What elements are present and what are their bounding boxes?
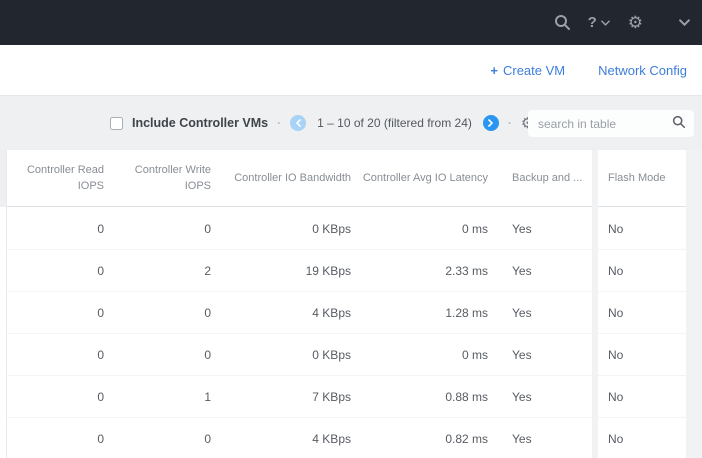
pagination-status: 1 – 10 of 20 (filtered from 24)	[317, 116, 472, 130]
column-header-controller-write-iops[interactable]: Controller Write IOPS	[108, 162, 217, 195]
cell-backup: Yes	[490, 264, 592, 278]
table-row[interactable]: 0 1 7 KBps 0.88 ms Yes No	[7, 376, 686, 418]
cell-controller-io-bandwidth: 0 KBps	[217, 222, 355, 236]
cell-backup: Yes	[490, 222, 592, 236]
cell-controller-write-iops: 0	[108, 222, 217, 236]
cell-controller-io-bandwidth: 7 KBps	[217, 390, 355, 404]
table-row[interactable]: 0 0 0 KBps 0 ms Yes No	[7, 334, 686, 376]
cell-backup: Yes	[490, 432, 592, 446]
table-body: 0 0 0 KBps 0 ms Yes No 0 2 19 KBps 2.33 …	[7, 208, 686, 458]
cell-controller-write-iops: 0	[108, 432, 217, 446]
action-bar: +Create VM Network Config	[0, 45, 702, 95]
cell-controller-write-iops: 0	[108, 348, 217, 362]
plus-icon: +	[490, 63, 498, 78]
cell-controller-read-iops: 0	[7, 348, 108, 362]
table-row[interactable]: 0 0 4 KBps 0.82 ms Yes No	[7, 418, 686, 458]
table-left-edge	[0, 150, 7, 458]
cell-controller-io-bandwidth: 19 KBps	[217, 264, 355, 278]
cell-flash-mode: No	[592, 390, 686, 404]
gear-icon[interactable]: ⚙	[628, 14, 643, 31]
cell-flash-mode: No	[592, 222, 686, 236]
cell-controller-write-iops: 1	[108, 390, 217, 404]
table-search-input[interactable]	[538, 117, 672, 131]
table-right-edge	[686, 150, 702, 458]
cell-flash-mode: No	[592, 264, 686, 278]
help-icon: ?	[588, 14, 597, 31]
table-row[interactable]: 0 0 0 KBps 0 ms Yes No	[7, 208, 686, 250]
cell-controller-avg-io-latency: 2.33 ms	[355, 264, 490, 278]
cell-controller-avg-io-latency: 0 ms	[355, 222, 490, 236]
table-header-row: Controller Read IOPS Controller Write IO…	[7, 150, 686, 207]
cell-controller-io-bandwidth: 4 KBps	[217, 432, 355, 446]
cell-controller-avg-io-latency: 1.28 ms	[355, 306, 490, 320]
cell-controller-avg-io-latency: 0.82 ms	[355, 432, 490, 446]
table-row[interactable]: 0 2 19 KBps 2.33 ms Yes No	[7, 250, 686, 292]
cell-controller-avg-io-latency: 0.88 ms	[355, 390, 490, 404]
cell-flash-mode: No	[592, 306, 686, 320]
table-search-box	[528, 110, 694, 137]
cell-controller-read-iops: 0	[7, 306, 108, 320]
search-icon[interactable]	[554, 14, 571, 31]
cell-controller-io-bandwidth: 0 KBps	[217, 348, 355, 362]
create-vm-button[interactable]: +Create VM	[490, 63, 565, 78]
include-controller-vms-checkbox[interactable]	[110, 117, 123, 130]
cell-backup: Yes	[490, 306, 592, 320]
top-nav-bar: ? ⚙	[0, 0, 702, 45]
column-header-flash-mode[interactable]: Flash Mode	[592, 170, 686, 187]
column-header-backup-and[interactable]: Backup and ...	[490, 170, 592, 187]
column-header-controller-read-iops[interactable]: Controller Read IOPS	[7, 162, 108, 195]
vm-table-page: ? ⚙ +Create VM Network Config Include Co…	[0, 0, 702, 458]
table-row[interactable]: 0 0 4 KBps 1.28 ms Yes No	[7, 292, 686, 334]
cell-controller-read-iops: 0	[7, 432, 108, 446]
cell-controller-write-iops: 0	[108, 306, 217, 320]
cell-backup: Yes	[490, 348, 592, 362]
column-header-controller-io-bandwidth[interactable]: Controller IO Bandwidth	[217, 170, 355, 187]
cell-backup: Yes	[490, 390, 592, 404]
help-menu[interactable]: ?	[588, 14, 610, 31]
user-menu-chevron-icon[interactable]	[679, 19, 690, 26]
column-header-controller-avg-io-latency[interactable]: Controller Avg IO Latency	[355, 170, 490, 187]
column-divider	[592, 150, 598, 458]
include-controller-vms-label: Include Controller VMs	[132, 116, 268, 130]
next-page-button[interactable]	[483, 115, 499, 131]
chevron-down-icon	[601, 20, 610, 26]
search-icon[interactable]	[672, 115, 686, 132]
cell-controller-io-bandwidth: 4 KBps	[217, 306, 355, 320]
cell-flash-mode: No	[592, 348, 686, 362]
table-toolbar: Include Controller VMs · 1 – 10 of 20 (f…	[0, 95, 702, 150]
cell-controller-avg-io-latency: 0 ms	[355, 348, 490, 362]
network-config-button[interactable]: Network Config	[598, 63, 687, 78]
cell-controller-read-iops: 0	[7, 222, 108, 236]
separator-dot: ·	[508, 116, 512, 130]
cell-flash-mode: No	[592, 432, 686, 446]
cell-controller-read-iops: 0	[7, 390, 108, 404]
separator-dot: ·	[277, 116, 281, 130]
previous-page-button[interactable]	[290, 115, 306, 131]
cell-controller-read-iops: 0	[7, 264, 108, 278]
cell-controller-write-iops: 2	[108, 264, 217, 278]
